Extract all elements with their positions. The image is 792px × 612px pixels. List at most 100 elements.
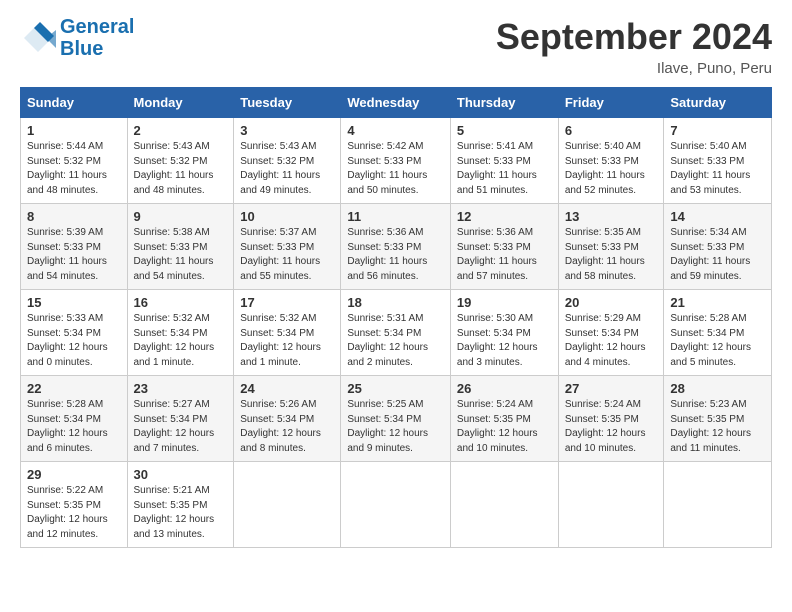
day-number: 28 bbox=[670, 381, 765, 396]
calendar-day-cell bbox=[341, 462, 451, 548]
day-number: 26 bbox=[457, 381, 552, 396]
day-number: 24 bbox=[240, 381, 334, 396]
day-info: Sunrise: 5:41 AMSunset: 5:33 PMDaylight:… bbox=[457, 141, 537, 196]
weekday-header: Wednesday bbox=[341, 88, 451, 118]
day-number: 25 bbox=[347, 381, 444, 396]
day-number: 1 bbox=[27, 123, 121, 138]
day-number: 9 bbox=[134, 209, 228, 224]
day-number: 12 bbox=[457, 209, 552, 224]
calendar-day-cell: 20 Sunrise: 5:29 AMSunset: 5:34 PMDaylig… bbox=[558, 290, 664, 376]
logo: General Blue bbox=[20, 16, 134, 60]
day-number: 27 bbox=[565, 381, 658, 396]
day-info: Sunrise: 5:27 AMSunset: 5:34 PMDaylight:… bbox=[134, 399, 215, 454]
calendar-day-cell: 19 Sunrise: 5:30 AMSunset: 5:34 PMDaylig… bbox=[450, 290, 558, 376]
month-year-label: September 2024 bbox=[496, 16, 772, 58]
day-info: Sunrise: 5:40 AMSunset: 5:33 PMDaylight:… bbox=[670, 141, 750, 196]
day-number: 22 bbox=[27, 381, 121, 396]
calendar-day-cell: 5 Sunrise: 5:41 AMSunset: 5:33 PMDayligh… bbox=[450, 118, 558, 204]
calendar-day-cell: 13 Sunrise: 5:35 AMSunset: 5:33 PMDaylig… bbox=[558, 204, 664, 290]
calendar-day-cell: 17 Sunrise: 5:32 AMSunset: 5:34 PMDaylig… bbox=[234, 290, 341, 376]
day-info: Sunrise: 5:37 AMSunset: 5:33 PMDaylight:… bbox=[240, 227, 320, 282]
day-info: Sunrise: 5:23 AMSunset: 5:35 PMDaylight:… bbox=[670, 399, 751, 454]
day-number: 29 bbox=[27, 467, 121, 482]
day-info: Sunrise: 5:22 AMSunset: 5:35 PMDaylight:… bbox=[27, 485, 108, 540]
calendar-day-cell: 28 Sunrise: 5:23 AMSunset: 5:35 PMDaylig… bbox=[664, 376, 772, 462]
weekday-header: Monday bbox=[127, 88, 234, 118]
calendar-day-cell: 15 Sunrise: 5:33 AMSunset: 5:34 PMDaylig… bbox=[21, 290, 128, 376]
day-number: 30 bbox=[134, 467, 228, 482]
day-number: 6 bbox=[565, 123, 658, 138]
day-info: Sunrise: 5:43 AMSunset: 5:32 PMDaylight:… bbox=[134, 141, 214, 196]
day-info: Sunrise: 5:34 AMSunset: 5:33 PMDaylight:… bbox=[670, 227, 750, 282]
day-info: Sunrise: 5:32 AMSunset: 5:34 PMDaylight:… bbox=[240, 313, 321, 368]
calendar-day-cell bbox=[234, 462, 341, 548]
calendar-day-cell: 8 Sunrise: 5:39 AMSunset: 5:33 PMDayligh… bbox=[21, 204, 128, 290]
calendar-day-cell bbox=[664, 462, 772, 548]
calendar-day-cell: 21 Sunrise: 5:28 AMSunset: 5:34 PMDaylig… bbox=[664, 290, 772, 376]
calendar-title: September 2024 Ilave, Puno, Peru bbox=[496, 16, 772, 77]
day-number: 3 bbox=[240, 123, 334, 138]
day-number: 20 bbox=[565, 295, 658, 310]
calendar-week-row: 15 Sunrise: 5:33 AMSunset: 5:34 PMDaylig… bbox=[21, 290, 772, 376]
weekday-header: Saturday bbox=[664, 88, 772, 118]
calendar-week-row: 8 Sunrise: 5:39 AMSunset: 5:33 PMDayligh… bbox=[21, 204, 772, 290]
weekday-header: Thursday bbox=[450, 88, 558, 118]
weekday-header: Tuesday bbox=[234, 88, 341, 118]
day-number: 19 bbox=[457, 295, 552, 310]
weekday-header: Friday bbox=[558, 88, 664, 118]
location-label: Ilave, Puno, Peru bbox=[496, 60, 772, 77]
day-info: Sunrise: 5:25 AMSunset: 5:34 PMDaylight:… bbox=[347, 399, 428, 454]
day-number: 5 bbox=[457, 123, 552, 138]
day-number: 14 bbox=[670, 209, 765, 224]
day-number: 10 bbox=[240, 209, 334, 224]
calendar-day-cell: 30 Sunrise: 5:21 AMSunset: 5:35 PMDaylig… bbox=[127, 462, 234, 548]
calendar-table: SundayMondayTuesdayWednesdayThursdayFrid… bbox=[20, 87, 772, 548]
calendar-day-cell: 12 Sunrise: 5:36 AMSunset: 5:33 PMDaylig… bbox=[450, 204, 558, 290]
day-number: 21 bbox=[670, 295, 765, 310]
calendar-day-cell: 2 Sunrise: 5:43 AMSunset: 5:32 PMDayligh… bbox=[127, 118, 234, 204]
day-info: Sunrise: 5:44 AMSunset: 5:32 PMDaylight:… bbox=[27, 141, 107, 196]
day-number: 16 bbox=[134, 295, 228, 310]
day-number: 13 bbox=[565, 209, 658, 224]
calendar-day-cell: 26 Sunrise: 5:24 AMSunset: 5:35 PMDaylig… bbox=[450, 376, 558, 462]
calendar-week-row: 22 Sunrise: 5:28 AMSunset: 5:34 PMDaylig… bbox=[21, 376, 772, 462]
weekday-header: Sunday bbox=[21, 88, 128, 118]
day-info: Sunrise: 5:32 AMSunset: 5:34 PMDaylight:… bbox=[134, 313, 215, 368]
day-number: 23 bbox=[134, 381, 228, 396]
day-info: Sunrise: 5:28 AMSunset: 5:34 PMDaylight:… bbox=[27, 399, 108, 454]
day-info: Sunrise: 5:40 AMSunset: 5:33 PMDaylight:… bbox=[565, 141, 645, 196]
calendar-day-cell: 23 Sunrise: 5:27 AMSunset: 5:34 PMDaylig… bbox=[127, 376, 234, 462]
calendar-day-cell: 18 Sunrise: 5:31 AMSunset: 5:34 PMDaylig… bbox=[341, 290, 451, 376]
calendar-day-cell: 1 Sunrise: 5:44 AMSunset: 5:32 PMDayligh… bbox=[21, 118, 128, 204]
calendar-day-cell: 27 Sunrise: 5:24 AMSunset: 5:35 PMDaylig… bbox=[558, 376, 664, 462]
logo-text: General Blue bbox=[60, 16, 134, 60]
day-info: Sunrise: 5:38 AMSunset: 5:33 PMDaylight:… bbox=[134, 227, 214, 282]
day-info: Sunrise: 5:24 AMSunset: 5:35 PMDaylight:… bbox=[457, 399, 538, 454]
calendar-day-cell: 29 Sunrise: 5:22 AMSunset: 5:35 PMDaylig… bbox=[21, 462, 128, 548]
day-info: Sunrise: 5:30 AMSunset: 5:34 PMDaylight:… bbox=[457, 313, 538, 368]
day-info: Sunrise: 5:21 AMSunset: 5:35 PMDaylight:… bbox=[134, 485, 215, 540]
day-number: 18 bbox=[347, 295, 444, 310]
day-number: 15 bbox=[27, 295, 121, 310]
calendar-week-row: 1 Sunrise: 5:44 AMSunset: 5:32 PMDayligh… bbox=[21, 118, 772, 204]
day-info: Sunrise: 5:36 AMSunset: 5:33 PMDaylight:… bbox=[347, 227, 427, 282]
day-number: 4 bbox=[347, 123, 444, 138]
day-number: 7 bbox=[670, 123, 765, 138]
day-info: Sunrise: 5:33 AMSunset: 5:34 PMDaylight:… bbox=[27, 313, 108, 368]
calendar-day-cell bbox=[558, 462, 664, 548]
day-info: Sunrise: 5:31 AMSunset: 5:34 PMDaylight:… bbox=[347, 313, 428, 368]
day-info: Sunrise: 5:42 AMSunset: 5:33 PMDaylight:… bbox=[347, 141, 427, 196]
calendar-day-cell: 10 Sunrise: 5:37 AMSunset: 5:33 PMDaylig… bbox=[234, 204, 341, 290]
calendar-day-cell: 6 Sunrise: 5:40 AMSunset: 5:33 PMDayligh… bbox=[558, 118, 664, 204]
day-number: 17 bbox=[240, 295, 334, 310]
day-info: Sunrise: 5:36 AMSunset: 5:33 PMDaylight:… bbox=[457, 227, 537, 282]
day-number: 8 bbox=[27, 209, 121, 224]
calendar-day-cell: 9 Sunrise: 5:38 AMSunset: 5:33 PMDayligh… bbox=[127, 204, 234, 290]
calendar-day-cell: 3 Sunrise: 5:43 AMSunset: 5:32 PMDayligh… bbox=[234, 118, 341, 204]
page-header: General Blue September 2024 Ilave, Puno,… bbox=[20, 16, 772, 77]
day-info: Sunrise: 5:29 AMSunset: 5:34 PMDaylight:… bbox=[565, 313, 646, 368]
calendar-day-cell bbox=[450, 462, 558, 548]
day-info: Sunrise: 5:26 AMSunset: 5:34 PMDaylight:… bbox=[240, 399, 321, 454]
logo-icon bbox=[20, 20, 56, 56]
calendar-week-row: 29 Sunrise: 5:22 AMSunset: 5:35 PMDaylig… bbox=[21, 462, 772, 548]
